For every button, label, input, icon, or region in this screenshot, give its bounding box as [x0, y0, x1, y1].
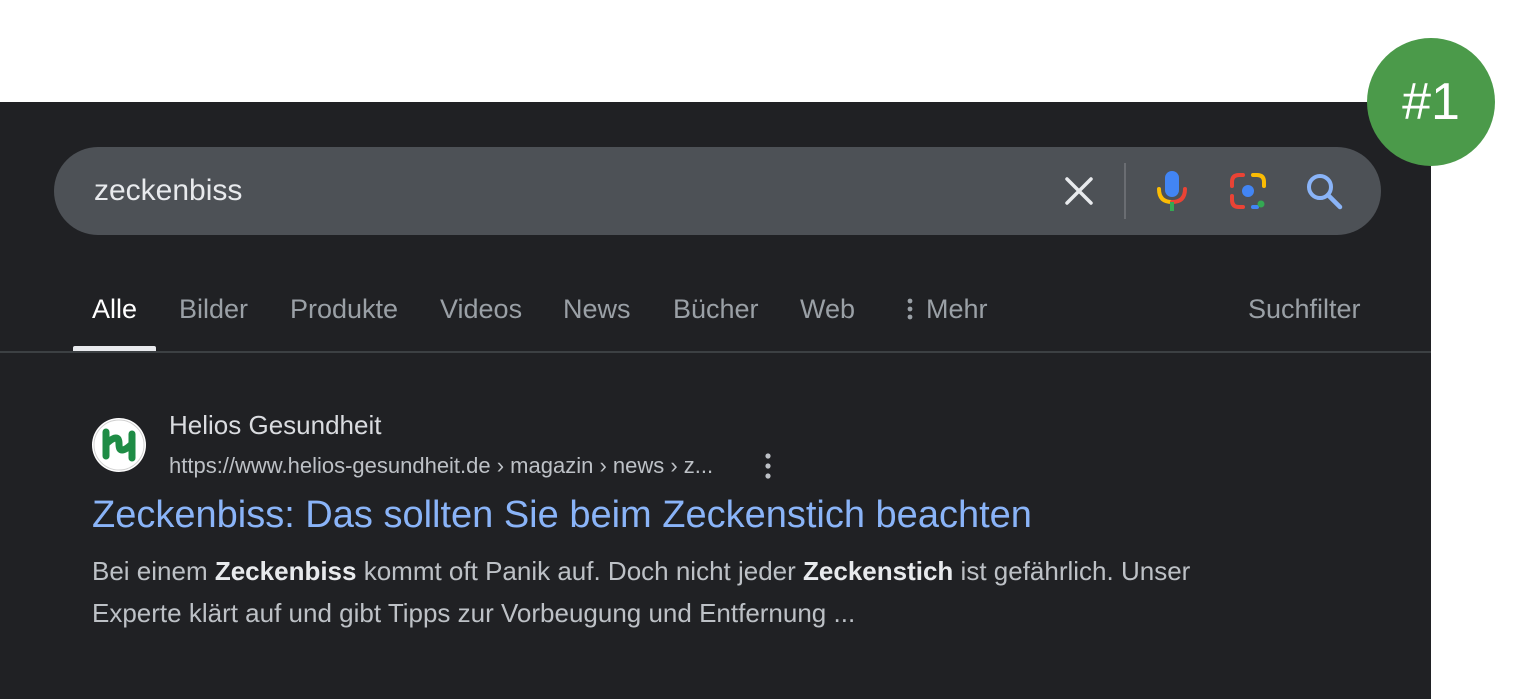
tab-mehr[interactable]: Mehr [906, 280, 988, 342]
snippet-text: kommt oft Panik auf. Doch nicht jeder [356, 556, 804, 586]
snippet-highlight: Zeckenbiss [214, 556, 357, 586]
site-favicon [92, 418, 146, 472]
result-url[interactable]: https://www.helios-gesundheit.de › magaz… [169, 453, 713, 479]
result-title-link[interactable]: Zeckenbiss: Das sollten Sie beim Zeckens… [92, 494, 1032, 537]
snippet-highlight: Zeckenstich [803, 556, 954, 586]
tab-produkte[interactable]: Produkte [290, 280, 398, 342]
more-vert-icon[interactable] [758, 450, 778, 482]
tab-news[interactable]: News [563, 280, 631, 342]
suchfilter-button[interactable]: Suchfilter [1248, 280, 1361, 342]
search-bar[interactable]: zeckenbiss [54, 147, 1381, 235]
search-tabs: Alle Bilder Produkte Videos News Bücher … [0, 280, 1431, 352]
search-results-panel: zeckenbiss Alle Bilder Produkte Videos N… [0, 102, 1431, 699]
helios-logo-icon [93, 419, 145, 471]
tab-buecher[interactable]: Bücher [673, 280, 759, 342]
result-site-name[interactable]: Helios Gesundheit [169, 410, 381, 441]
close-icon[interactable] [1059, 171, 1099, 211]
google-lens-icon[interactable] [1228, 171, 1268, 211]
search-input[interactable]: zeckenbiss [94, 147, 242, 235]
tab-alle[interactable]: Alle [92, 280, 137, 342]
result-snippet: Bei einem Zeckenbiss kommt oft Panik auf… [92, 550, 1272, 634]
microphone-icon[interactable] [1152, 169, 1192, 213]
rank-badge: #1 [1367, 38, 1495, 166]
tabs-divider [0, 351, 1431, 353]
search-bar-divider [1124, 163, 1126, 219]
tab-web[interactable]: Web [800, 280, 855, 342]
search-icon[interactable] [1304, 171, 1344, 211]
tab-bilder[interactable]: Bilder [179, 280, 248, 342]
tab-mehr-label: Mehr [926, 294, 988, 324]
tab-videos[interactable]: Videos [440, 280, 522, 342]
more-vert-icon [907, 298, 913, 320]
snippet-text: Bei einem [92, 556, 215, 586]
